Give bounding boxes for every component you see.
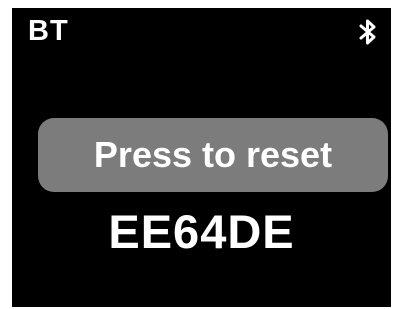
screen-title: BT [28,15,69,47]
device-screen: BT Press to reset EE64DE [12,8,391,307]
reset-button[interactable]: Press to reset [38,118,388,192]
bluetooth-icon [359,19,376,45]
device-code: EE64DE [108,205,295,258]
